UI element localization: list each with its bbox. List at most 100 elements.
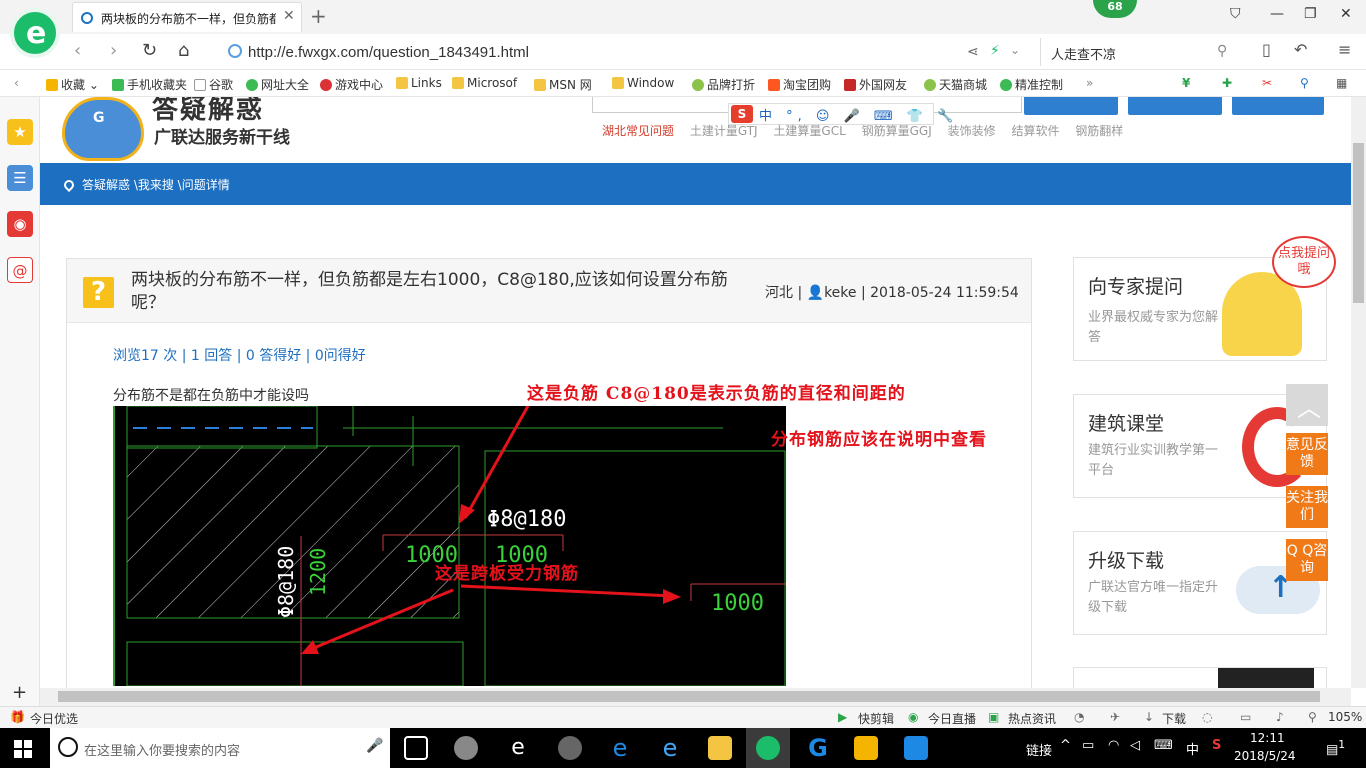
qq-consult-button[interactable]: Q Q咨询 bbox=[1286, 539, 1328, 581]
site-logo[interactable]: G 答疑解惑 广联达服务新干线 bbox=[62, 97, 322, 163]
hot-link[interactable]: 钢筋翻样 bbox=[1075, 124, 1123, 138]
search-button[interactable] bbox=[1024, 97, 1118, 115]
clean-icon[interactable]: ◌ bbox=[1202, 710, 1212, 724]
score-badge[interactable]: 68 bbox=[1093, 0, 1137, 18]
sidebar-toggle-icon[interactable]: ‹ bbox=[14, 76, 19, 90]
bookmark-item[interactable]: Links bbox=[396, 76, 442, 90]
forward-icon[interactable]: › bbox=[110, 40, 117, 61]
close-window-button[interactable]: ✕ bbox=[1340, 6, 1352, 22]
vertical-scrollbar[interactable] bbox=[1351, 97, 1366, 688]
hot-link[interactable]: 钢筋算量GGJ bbox=[862, 124, 932, 138]
ie-icon[interactable]: e bbox=[658, 736, 682, 760]
ask-button[interactable] bbox=[1128, 97, 1222, 115]
bookmark-item[interactable]: 精准控制 bbox=[1000, 76, 1063, 93]
feedback-button[interactable]: 意见反馈 bbox=[1286, 433, 1328, 475]
horizontal-scrollbar[interactable] bbox=[40, 688, 1351, 706]
speed-icon[interactable]: ◔ bbox=[1074, 710, 1084, 724]
bookmark-item[interactable]: Microsof bbox=[452, 76, 517, 90]
horizontal-scroll-thumb[interactable] bbox=[58, 691, 1320, 702]
today-picks-link[interactable]: 今日优选 bbox=[30, 710, 78, 727]
zoom-level[interactable]: 105% bbox=[1328, 710, 1362, 724]
vertical-scroll-thumb[interactable] bbox=[1353, 143, 1364, 303]
search-icon[interactable]: ⚲ bbox=[1217, 43, 1227, 59]
status-link[interactable]: 今日直播 bbox=[928, 710, 976, 727]
chevron-down-icon[interactable]: ⌄ bbox=[1010, 43, 1020, 57]
maximize-button[interactable]: ❐ bbox=[1304, 6, 1317, 22]
mail-icon[interactable]: @ bbox=[7, 257, 33, 283]
bookmark-item[interactable]: 游戏中心 bbox=[320, 76, 383, 93]
shirt-icon[interactable]: ⛉ bbox=[1230, 6, 1241, 22]
hot-link[interactable]: 土建计量GTJ bbox=[690, 124, 758, 138]
glodon-g-icon[interactable]: G bbox=[806, 736, 830, 760]
wifi-icon[interactable]: ◠ bbox=[1108, 738, 1119, 753]
microphone-icon[interactable]: 🎤 bbox=[366, 738, 383, 754]
promo-card[interactable] bbox=[1073, 667, 1327, 688]
lightning-icon[interactable]: ⚡ bbox=[990, 43, 1000, 59]
new-tab-button[interactable]: + bbox=[310, 4, 327, 28]
sogou-tray-icon[interactable]: S bbox=[1212, 738, 1221, 753]
file-explorer-icon[interactable] bbox=[708, 736, 732, 760]
tab-close-icon[interactable]: ✕ bbox=[283, 8, 295, 24]
status-link[interactable]: 快剪辑 bbox=[858, 710, 894, 727]
favorites-star-icon[interactable]: ★ bbox=[7, 119, 33, 145]
home-icon[interactable]: ⌂ bbox=[178, 40, 189, 61]
minimize-button[interactable]: — bbox=[1270, 6, 1284, 22]
bookmark-item[interactable]: 网址大全 bbox=[246, 76, 309, 93]
question-stats[interactable]: 浏览17 次 | 1 回答 | 0 答得好 | 0问得好 bbox=[113, 345, 366, 365]
back-icon[interactable]: ‹ bbox=[74, 40, 81, 61]
status-link[interactable]: 热点资讯 bbox=[1008, 710, 1056, 727]
window-icon[interactable]: ▭ bbox=[1240, 710, 1251, 724]
ask-bubble[interactable]: 点我提问哦 bbox=[1272, 236, 1336, 288]
bookmark-item[interactable]: Window bbox=[612, 76, 674, 90]
share-icon[interactable]: ⋖ bbox=[967, 44, 979, 60]
battery-icon[interactable]: ▭ bbox=[1082, 738, 1094, 753]
browser-tab[interactable]: 两块板的分布筋不一样，但负筋都是左右1000，C8@180,应该如何设置分布筋呢… bbox=[72, 2, 302, 32]
browser-e-icon[interactable]: e bbox=[506, 736, 530, 760]
bookmark-item[interactable]: 品牌打折 bbox=[692, 76, 755, 93]
notification-icon[interactable]: ▤1 bbox=[1326, 738, 1345, 757]
hot-link[interactable]: 湖北常见问题 bbox=[602, 124, 674, 138]
weibo-icon[interactable]: ◉ bbox=[7, 211, 33, 237]
breadcrumb[interactable]: 答疑解惑 \我来搜 \问题详情 bbox=[61, 176, 230, 193]
bookmark-item[interactable]: 收藏 ⌄ bbox=[46, 76, 99, 93]
fan-app-icon[interactable] bbox=[454, 736, 478, 760]
undo-icon[interactable]: ↶ bbox=[1294, 40, 1307, 59]
bookmark-item[interactable]: 淘宝团购 bbox=[768, 76, 831, 93]
phone-icon[interactable]: ▯ bbox=[1262, 40, 1271, 59]
clock-date[interactable]: 2018/5/24 bbox=[1234, 749, 1296, 763]
ask-expert-card[interactable]: 向专家提问 业界最权威专家为您解答 点我提问哦 bbox=[1073, 236, 1336, 361]
site-info-icon[interactable] bbox=[228, 44, 242, 58]
answer-button[interactable] bbox=[1232, 97, 1324, 115]
search-icon[interactable]: ⚲ bbox=[1300, 76, 1309, 90]
reader-icon[interactable]: ☰ bbox=[7, 165, 33, 191]
edge-icon[interactable]: e bbox=[608, 736, 632, 760]
address-bar[interactable]: http://e.fwxgx.com/question_1843491.html… bbox=[222, 38, 1032, 66]
app-swirl-icon[interactable] bbox=[558, 736, 582, 760]
back-to-top-button[interactable]: ︿ bbox=[1286, 384, 1328, 426]
search-input[interactable]: 人走查不凉 ⚲ bbox=[1040, 38, 1240, 66]
pin-icon[interactable]: ✈ bbox=[1110, 710, 1120, 724]
tool-app-icon[interactable] bbox=[904, 736, 928, 760]
bookmark-item[interactable]: 手机收藏夹 bbox=[112, 76, 187, 93]
chevron-up-icon[interactable]: ^ bbox=[1060, 738, 1071, 753]
refresh-icon[interactable]: ↻ bbox=[142, 40, 157, 61]
money-icon[interactable]: ¥ bbox=[1182, 76, 1190, 90]
active-app-highlight[interactable] bbox=[746, 728, 790, 768]
windows-start-icon[interactable] bbox=[14, 740, 32, 758]
tray-link[interactable]: 链接 bbox=[1026, 740, 1052, 759]
ime-indicator[interactable]: 中 bbox=[1186, 739, 1199, 758]
grid-icon[interactable]: ▦ bbox=[1336, 76, 1347, 90]
volume-icon[interactable]: ◁ bbox=[1130, 738, 1140, 753]
bookmark-item[interactable]: MSN 网 bbox=[534, 76, 592, 93]
menu-icon[interactable]: ≡ bbox=[1338, 40, 1351, 59]
clock-time[interactable]: 12:11 bbox=[1250, 731, 1285, 745]
plus-icon[interactable]: ✚ bbox=[1222, 76, 1232, 90]
bookmark-item[interactable]: 天猫商城 bbox=[924, 76, 987, 93]
author-link[interactable]: keke bbox=[824, 285, 856, 301]
hot-link[interactable]: 结算软件 bbox=[1011, 124, 1059, 138]
keyboard-icon[interactable]: ⌨ bbox=[1154, 738, 1173, 753]
add-sidebar-icon[interactable]: + bbox=[12, 682, 27, 703]
more-bookmarks-icon[interactable]: » bbox=[1086, 76, 1093, 90]
sound-icon[interactable]: ♪ bbox=[1276, 710, 1284, 724]
notes-icon[interactable] bbox=[854, 736, 878, 760]
